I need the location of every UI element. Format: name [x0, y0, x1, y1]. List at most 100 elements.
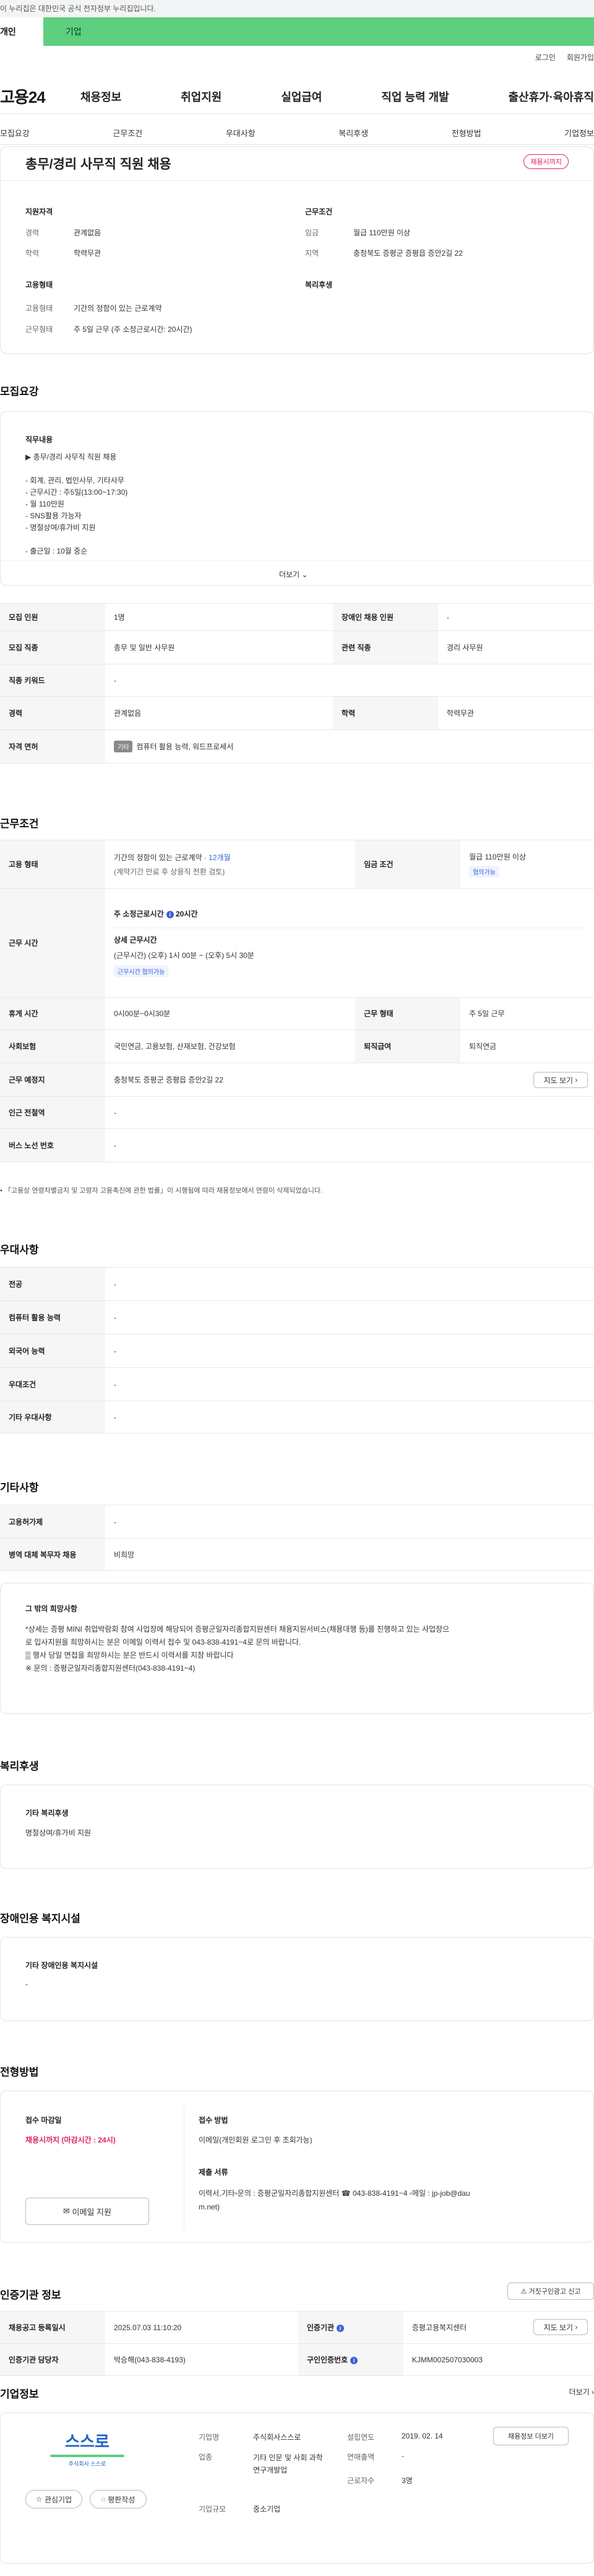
global-nav: 고용24 채용정보 취업지원 실업급여 직업 능력 개발 출산휴가·육아휴직 — [0, 79, 594, 114]
gnb-vocational-training[interactable]: 직업 능력 개발 — [381, 89, 449, 105]
table-row: 기타 우대사항 - — [0, 1401, 594, 1434]
warning-icon: ⚠ — [520, 2287, 527, 2295]
pay-value: 월급 110만원 이상 — [353, 228, 411, 237]
company-more-label: 더보기 — [569, 2388, 590, 2396]
signup-link[interactable]: 회원가입 — [567, 52, 594, 63]
qual-title: 지원자격 — [25, 207, 53, 216]
cell-value: 국민연금, 고용보험, 산재보험, 건강보험 — [105, 1029, 356, 1063]
content-line: - 회계, 관리, 법인사무, 기타사무 — [25, 476, 124, 485]
anchor-conditions[interactable]: 근무조건 — [113, 123, 142, 144]
anchor-company[interactable]: 기업정보 — [564, 123, 594, 144]
company-label: 업종 — [199, 2453, 213, 2461]
gnb-jobs[interactable]: 채용정보 — [80, 89, 121, 105]
review-button[interactable]: ◌ 평판작성 — [90, 2490, 147, 2509]
weekly-label: 주 소정근로시간 — [114, 910, 164, 918]
welfare-box-value: 명절상여/휴가비 지원 — [25, 1829, 92, 1837]
cell-label: 근무 예정지 — [0, 1063, 105, 1097]
star-icon: ☆ — [35, 2495, 43, 2504]
chevron-right-icon: › — [575, 1076, 578, 1084]
table-row: 휴게 시간 0시00분~0시30분 근무 형태 주 5일 근무 — [0, 997, 594, 1030]
agency-value: 증평고용복지센터 — [411, 2323, 467, 2332]
welfare-title: 복리후생 — [305, 281, 333, 289]
table-row: 채용공고 등록일시 2025.07.03 11:10:20 인증기관 i 증평고용… — [0, 2311, 594, 2344]
favorite-company-button[interactable]: ☆ 관심기업 — [25, 2490, 82, 2509]
tab-individual[interactable]: 개인 — [0, 17, 43, 46]
gnb-unemployment-benefit[interactable]: 실업급여 — [281, 89, 322, 105]
work-title: 근무조건 — [305, 207, 333, 216]
util-links: 로그인 회원가입 — [535, 52, 594, 63]
content-lines: ▶ 총무/경리 사무직 직원 채용 - 회계, 관리, 법인사무, 기타사무 -… — [25, 451, 127, 557]
cell-value: 퇴직연금 — [460, 1029, 594, 1063]
cell-label: 임금 조건 — [355, 840, 461, 889]
company-jobs-button[interactable]: 채용정보 더보기 — [493, 2427, 569, 2445]
company-value: 중소기업 — [253, 2505, 281, 2513]
cell-value: KJMM002507030003 — [403, 2343, 594, 2376]
site-logo[interactable]: 고용24 — [0, 85, 62, 108]
recruit-table: 모집 인원 1명 장애인 채용 인원 - 모집 직종 총무 및 일반 사무원 관… — [0, 603, 594, 764]
member-type-tabs: 개인 기업 — [0, 17, 594, 46]
gnb-parental-leave[interactable]: 출산휴가·육아휴직 — [509, 89, 594, 105]
cell-value: - — [105, 1267, 594, 1301]
login-link[interactable]: 로그인 — [535, 52, 556, 63]
email-apply-label: 이메일 지원 — [72, 2207, 111, 2217]
more-toggle[interactable]: 더보기 ⌄ — [279, 569, 308, 580]
etc-box-lines: *상세는 증평 MINI 취업박람회 참여 사업장에 해당되어 증평군일자리종합… — [25, 1623, 576, 1675]
tab-business[interactable]: 기업 — [43, 17, 594, 46]
gov-banner: 이 누리집은 대한민국 공식 전자정부 누리집입니다. — [0, 0, 594, 17]
anchor-selection[interactable]: 전형방법 — [452, 123, 481, 144]
hours-pill: 근무시간 협의가능 — [114, 965, 169, 977]
map-button[interactable]: 지도 보기 › — [533, 1072, 588, 1088]
cell-value: - — [105, 1334, 594, 1368]
company-value: 주식회사스스로 — [253, 2433, 301, 2442]
anchor-recruit[interactable]: 모집요강 — [0, 123, 30, 144]
table-row: 컴퓨터 활용 능력 - — [0, 1300, 594, 1334]
gnb-employment-support[interactable]: 취업지원 — [181, 89, 222, 105]
edu-label: 학력 — [25, 249, 40, 258]
report-button[interactable]: ⚠ 거짓구인광고 신고 — [507, 2282, 594, 2300]
table-row: 인증기관 담당자 박승해(043-838-4193) 구인인증번호 i KJMM0… — [0, 2343, 594, 2376]
job-content-box: 직무내용 ▶ 총무/경리 사무직 직원 채용 - 회계, 관리, 법인사무, 기… — [0, 411, 594, 586]
cell-value: 주 소정근로시간 i 20시간 상세 근무시간 (근무시간) (오후) 1시 00… — [105, 888, 594, 998]
table-row: 인근 전철역 - — [0, 1096, 594, 1129]
emp-value: 기간의 정함이 있는 근로계약 · — [114, 853, 209, 862]
company-value: 기타 인문 및 사회 과학 연구개발업 — [253, 2453, 323, 2474]
welfare-box: 기타 복리후생 명절상여/휴가비 지원 — [0, 1785, 594, 1869]
company-label: 기업명 — [199, 2433, 220, 2442]
conditions-table: 고용 형태 기간의 정함이 있는 근로계약 · 12개월 (계약기간 만료 후 … — [0, 840, 594, 1162]
etc-line: ※ 문의 : 증평군일자리종합지원센터(043-838-4191~4) — [25, 1664, 196, 1673]
cell-value: 총무 및 일반 사무원 — [105, 630, 333, 664]
license-value: 컴퓨터 활용 능력, 워드프로세서 — [136, 742, 234, 751]
cell-value: 비희망 — [105, 1538, 594, 1571]
cell-label: 외국어 능력 — [0, 1334, 105, 1368]
table-row: 모집 직종 총무 및 일반 사무원 관련 직종 경리 사무원 — [0, 630, 594, 664]
agency-map-button[interactable]: 지도 보기 › — [533, 2319, 588, 2335]
emp-title: 고용형태 — [25, 281, 53, 289]
cell-value: 박승해(043-838-4193) — [105, 2343, 298, 2376]
cell-label: 인증기관 i — [298, 2311, 403, 2344]
company-more-link[interactable]: 더보기 › — [569, 2387, 594, 2397]
company-value: - — [402, 2452, 404, 2460]
etc-title: 기타사항 — [0, 1482, 39, 1494]
cell-value: 기타 컴퓨터 활용 능력, 워드프로세서 — [105, 729, 594, 764]
cell-label: 컴퓨터 활용 능력 — [0, 1300, 105, 1334]
anchor-welfare[interactable]: 복리후생 — [338, 123, 368, 144]
disabled-box: 기타 장애인용 복지시설 - — [0, 1937, 594, 2021]
agency-label: 인증기관 — [306, 2323, 335, 2332]
info-icon[interactable]: i — [166, 910, 174, 918]
wage-value: 월급 110만원 이상 — [469, 852, 527, 861]
content-line: - 명절상여/휴가비 지원 — [25, 523, 96, 532]
table-row: 고용 형태 기간의 정함이 있는 근로계약 · 12개월 (계약기간 만료 후 … — [0, 840, 594, 889]
etc-line: 로 입사지원을 희망하시는 분은 이메일 이력서 접수 및 043-838-41… — [25, 1638, 301, 1647]
info-icon[interactable]: i — [337, 2324, 345, 2332]
cell-value: - — [105, 1128, 594, 1162]
info-icon[interactable]: i — [350, 2356, 358, 2364]
cell-value: - — [105, 1096, 594, 1129]
cell-value: 충청북도 증평군 증평읍 증안2길 22 지도 보기 › — [105, 1063, 594, 1097]
email-apply-button[interactable]: ✉ 이메일 지원 — [25, 2198, 149, 2225]
region-value: 충청북도 증평군 증평읍 증안2길 22 — [353, 249, 463, 258]
company-value: 2019. 02. 14 — [402, 2432, 443, 2440]
content-line: - 근무시간 : 주5일(13:00~17:30) — [25, 488, 128, 497]
anchor-prefer[interactable]: 우대사항 — [226, 123, 256, 144]
disabled-title: 장애인용 복지시설 — [0, 1913, 80, 1925]
cell-label: 전공 — [0, 1267, 105, 1301]
